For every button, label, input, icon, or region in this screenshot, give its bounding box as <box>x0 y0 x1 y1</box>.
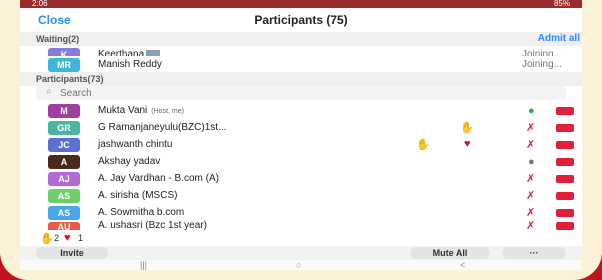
avatar: JC <box>48 138 80 152</box>
camera-off-icon <box>556 158 574 166</box>
avatar: M <box>48 104 80 118</box>
camera-off-icon <box>556 222 574 230</box>
waiting-label: Waiting(2) <box>36 34 80 44</box>
camera-off-icon <box>556 192 574 200</box>
mute-all-button[interactable]: Mute All <box>410 247 490 259</box>
participant-name: Akshay yadav <box>98 156 161 167</box>
camera-off-icon <box>556 209 574 217</box>
participant-name: A. sirisha (MSCS) <box>98 190 178 201</box>
search-bar[interactable]: ⌕ <box>36 86 566 100</box>
raise-hand-count: 2 <box>54 233 60 243</box>
android-nav-bar: ||| ○ < <box>20 260 582 270</box>
participant-name: Mukta Vani (Host, me) <box>98 105 184 116</box>
participant-name: G Ramanjaneyulu(BZC)1st... <box>98 122 227 133</box>
microphone-muted-icon: ✗ <box>526 122 536 134</box>
participant-name: jashwanth chintu <box>98 139 173 150</box>
invite-button[interactable]: Invite <box>36 247 108 259</box>
microphone-icon: ● <box>528 156 535 168</box>
camera-off-icon <box>556 124 574 132</box>
camera-off-icon <box>556 175 574 183</box>
phone-screen: 2:06 85% Close Participants (75) Waiting… <box>20 0 582 270</box>
recent-apps-button[interactable]: ||| <box>140 260 147 270</box>
more-button[interactable]: ··· <box>502 247 566 259</box>
participants-section-header: Participants(73) <box>20 72 582 86</box>
microphone-muted-icon: ✗ <box>526 139 536 151</box>
avatar: AS <box>48 189 80 203</box>
avatar: A <box>48 155 80 169</box>
status-battery: 85% <box>553 0 570 8</box>
avatar: AJ <box>48 172 80 186</box>
search-icon: ⌕ <box>46 86 52 97</box>
admit-all-button[interactable]: Admit all <box>538 32 580 46</box>
raise-hand-icon: ✋ <box>40 233 54 245</box>
action-bar: Invite Mute All ··· <box>20 246 582 260</box>
heart-icon: ♥ <box>464 138 471 150</box>
status-time: 2:06 <box>32 0 48 8</box>
camera-off-icon <box>556 141 574 149</box>
microphone-muted-icon: ✗ <box>526 173 536 185</box>
heart-icon: ♥ <box>64 232 71 244</box>
waiting-name: Manish Reddy <box>98 59 162 70</box>
participants-label: Participants(73) <box>36 74 104 84</box>
host-note: (Host, me) <box>151 108 184 115</box>
participant-name: A. Sowmitha b.com <box>98 207 185 218</box>
microphone-muted-icon: ✗ <box>526 190 536 202</box>
camera-off-icon <box>556 107 574 115</box>
heart-count: 1 <box>78 233 84 243</box>
raise-hand-icon: ✋ <box>416 139 430 151</box>
back-button[interactable]: < <box>460 260 465 270</box>
avatar: AS <box>48 206 80 220</box>
avatar: GR <box>48 121 80 135</box>
avatar: MR <box>48 58 80 72</box>
search-input[interactable] <box>60 87 540 99</box>
status-bar: 2:06 85% <box>20 0 582 8</box>
reaction-summary: ✋ 2 ♥ 1 <box>20 230 582 246</box>
microphone-on-icon: ● <box>528 105 535 117</box>
microphone-muted-icon: ✗ <box>526 207 536 219</box>
joining-status: Joining... <box>521 59 562 70</box>
waiting-section-header: Waiting(2) Admit all <box>20 32 582 46</box>
page-title: Participants (75) <box>254 13 348 27</box>
participants-header: Close Participants (75) <box>20 8 582 33</box>
home-button[interactable]: ○ <box>296 260 301 270</box>
participant-name: A. Jay Vardhan - B.com (A) <box>98 173 219 184</box>
raise-hand-icon: ✋ <box>460 122 474 134</box>
